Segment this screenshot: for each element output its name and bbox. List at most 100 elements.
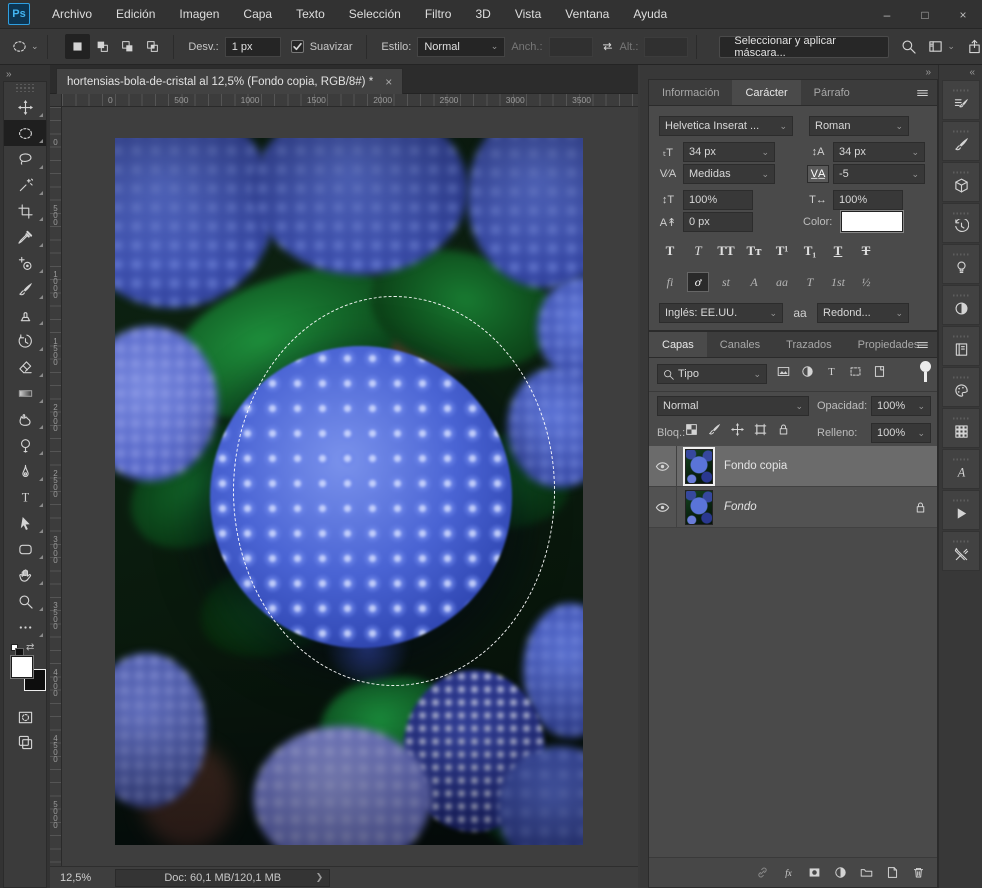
dodge-tool[interactable]	[4, 432, 46, 458]
path-selection-tool[interactable]	[4, 510, 46, 536]
shape-tool[interactable]	[4, 536, 46, 562]
panel-menu-icon[interactable]	[916, 339, 929, 352]
edit-toolbar[interactable]	[4, 614, 46, 640]
layer-mask[interactable]	[808, 866, 821, 879]
text-style-button[interactable]: Tᴛ	[743, 241, 765, 261]
libraries[interactable]	[942, 326, 980, 366]
hand-tool[interactable]	[4, 562, 46, 588]
foreground-color-swatch[interactable]	[11, 656, 33, 678]
history-brush-tool[interactable]	[4, 328, 46, 354]
adjustments[interactable]	[942, 285, 980, 325]
panel-tab[interactable]: Capas	[649, 332, 707, 357]
window-button[interactable]: ×	[944, 0, 982, 29]
quick-selection-tool[interactable]	[4, 172, 46, 198]
panel-tab[interactable]: Información	[649, 80, 732, 105]
antialias-select[interactable]: Redond... ⌄	[817, 303, 909, 323]
tool-presets[interactable]	[942, 531, 980, 571]
type-tool[interactable]: T	[4, 484, 46, 510]
text-style-button[interactable]: T	[855, 241, 877, 261]
text-style-button[interactable]: TT	[715, 241, 737, 261]
screen-mode-icon[interactable]	[18, 735, 33, 750]
horizontal-scale-field[interactable]: 100%	[833, 190, 903, 210]
lock-pixels[interactable]	[708, 423, 721, 436]
window-button[interactable]: –	[868, 0, 906, 29]
status-chevron-icon[interactable]: ❯	[316, 872, 324, 883]
adjustment-layer[interactable]	[834, 866, 847, 879]
blend-mode-select[interactable]: Normal ⌄	[657, 396, 809, 416]
font-size-field[interactable]: 34 px ⌄	[683, 142, 775, 162]
menu-item[interactable]: Selección	[337, 0, 413, 28]
language-select[interactable]: Inglés: EE.UU. ⌄	[659, 303, 783, 323]
menu-item[interactable]: Capa	[231, 0, 284, 28]
menu-item[interactable]: 3D	[463, 0, 502, 28]
zoom-level[interactable]: 12,5%	[60, 872, 91, 884]
brush-settings[interactable]	[942, 80, 980, 120]
menu-item[interactable]: Vista	[503, 0, 553, 28]
menu-item[interactable]: Archivo	[40, 0, 104, 28]
opentype-button[interactable]: st	[715, 272, 737, 292]
zoom-tool[interactable]	[4, 588, 46, 614]
toolbar-grip[interactable]	[14, 84, 36, 92]
text-style-button[interactable]: T₁	[799, 241, 821, 261]
collapse-strip-icon[interactable]: «	[969, 67, 974, 78]
opentype-button[interactable]: aa	[771, 272, 793, 292]
close-tab-icon[interactable]: ×	[385, 75, 392, 89]
smudge-tool[interactable]	[4, 406, 46, 432]
layer-thumbnail[interactable]	[685, 449, 713, 484]
vertical-scale-field[interactable]: 100%	[683, 190, 753, 210]
panel-tab[interactable]: Trazados	[773, 332, 844, 357]
menu-item[interactable]: Edición	[104, 0, 167, 28]
patterns[interactable]	[942, 408, 980, 448]
swap-dimensions-icon[interactable]	[601, 40, 614, 53]
move-tool[interactable]	[4, 94, 46, 120]
document-size-info[interactable]: Doc: 60,1 MB/120,1 MB ❯	[115, 869, 330, 887]
glyphs[interactable]: A	[942, 449, 980, 489]
opentype-button[interactable]: A	[743, 272, 765, 292]
menu-item[interactable]: Ventana	[553, 0, 621, 28]
layer-filter-select[interactable]: Tipo ⌄	[657, 364, 767, 384]
canvas[interactable]: 05001000150020002500300035004000 0500100…	[50, 94, 638, 866]
font-style-select[interactable]: Roman ⌄	[809, 116, 909, 136]
new-layer[interactable]	[886, 866, 899, 879]
opentype-button[interactable]: ơ	[687, 272, 709, 292]
adjustment-filter[interactable]	[801, 365, 814, 378]
brushes[interactable]	[942, 121, 980, 161]
menu-item[interactable]: Texto	[284, 0, 337, 28]
pixel-filter[interactable]	[777, 365, 790, 378]
text-style-button[interactable]: T¹	[771, 241, 793, 261]
visibility-eye-icon[interactable]	[655, 459, 670, 474]
text-color-swatch[interactable]	[841, 211, 903, 232]
actions[interactable]	[942, 490, 980, 530]
menu-item[interactable]: Filtro	[413, 0, 464, 28]
tool-preset-picker[interactable]: ⌄	[12, 39, 39, 54]
photo-hydrangeas[interactable]	[115, 138, 583, 845]
link-layers[interactable]	[756, 866, 769, 879]
leading-field[interactable]: 34 px ⌄	[833, 142, 925, 162]
share-icon[interactable]	[967, 39, 982, 54]
collapse-panels-icon[interactable]: »	[648, 65, 938, 79]
quick-mask-icon[interactable]	[18, 710, 33, 725]
lock-transparent[interactable]	[685, 423, 698, 436]
menu-item[interactable]: Imagen	[167, 0, 231, 28]
opentype-button[interactable]: 1st	[827, 272, 849, 292]
expand-panel-icon[interactable]: »	[6, 69, 11, 80]
default-colors-icon[interactable]	[11, 644, 18, 651]
kerning-select[interactable]: Medidas ⌄	[683, 164, 775, 184]
swap-colors-icon[interactable]: ⇄	[26, 642, 34, 653]
tracking-field[interactable]: -5 ⌄	[833, 164, 925, 184]
filter-toggle-pin[interactable]	[920, 361, 931, 382]
lock-artboard[interactable]	[754, 423, 767, 436]
menu-item[interactable]: Ayuda	[621, 0, 679, 28]
crop-tool[interactable]	[4, 198, 46, 224]
lock-position[interactable]	[731, 423, 744, 436]
baseline-shift-field[interactable]: 0 px	[683, 212, 753, 232]
feather-field[interactable]: 1 px	[225, 37, 281, 57]
add-selection[interactable]	[90, 34, 115, 59]
window-button[interactable]: □	[906, 0, 944, 29]
selection-marching-ants[interactable]	[233, 296, 555, 686]
text-style-button[interactable]: T	[659, 241, 681, 261]
red-eye-tool[interactable]	[4, 250, 46, 276]
elliptical-marquee-tool[interactable]	[4, 120, 46, 146]
new-selection[interactable]	[65, 34, 90, 59]
select-and-mask-button[interactable]: Seleccionar y aplicar máscara...	[719, 36, 889, 58]
